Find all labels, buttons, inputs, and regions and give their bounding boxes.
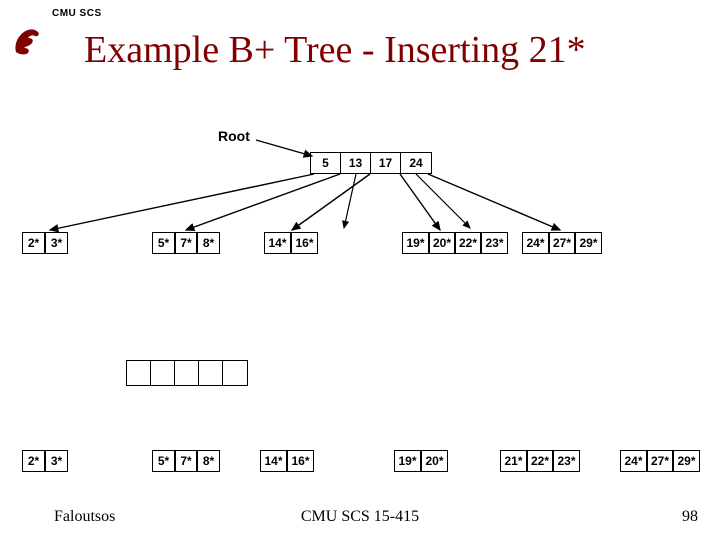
footer-author: Faloutsos (54, 508, 115, 526)
root-label: Root (218, 128, 250, 144)
leaf-entry: 7* (175, 233, 197, 253)
leaf-entry: 20* (421, 451, 447, 471)
tree1-leaf: 14* 16* (264, 232, 318, 254)
tree2-leaf: 24* 27* 29* (620, 450, 700, 472)
footer-slide-number: 98 (682, 508, 698, 526)
root-key: 5 (311, 153, 341, 173)
slide-title: Example B+ Tree - Inserting 21* (84, 28, 586, 72)
leaf-entry: 29* (673, 451, 699, 471)
leaf-entry: 5* (153, 233, 175, 253)
arrows-overlay (0, 0, 720, 540)
leaf-entry: 16* (287, 451, 313, 471)
leaf-entry: 27* (549, 233, 575, 253)
tree1-leaf: 19* 20* 22* 23* (402, 232, 508, 254)
leaf-entry: 2* (23, 451, 45, 471)
tree1-leaf: 24* 27* 29* (522, 232, 602, 254)
tree2-root-node (126, 360, 248, 386)
leaf-entry: 16* (291, 233, 317, 253)
leaf-entry: 23* (481, 233, 507, 253)
tree2-leaf: 14* 16* (260, 450, 314, 472)
institution-label: CMU SCS (52, 8, 102, 19)
leaf-entry: 8* (197, 451, 219, 471)
tree1-root-node: 5 13 17 24 (310, 152, 432, 174)
tree2-leaf: 19* 20* (394, 450, 448, 472)
griffin-logo (10, 22, 46, 63)
leaf-entry: 20* (429, 233, 455, 253)
empty-cell (199, 361, 223, 385)
leaf-entry: 22* (527, 451, 553, 471)
leaf-entry: 24* (523, 233, 549, 253)
empty-cell (175, 361, 199, 385)
leaf-entry: 5* (153, 451, 175, 471)
root-key: 24 (401, 153, 431, 173)
leaf-entry: 19* (403, 233, 429, 253)
leaf-entry: 21* (501, 451, 527, 471)
leaf-entry: 27* (647, 451, 673, 471)
leaf-entry: 8* (197, 233, 219, 253)
leaf-entry: 14* (261, 451, 287, 471)
leaf-entry: 14* (265, 233, 291, 253)
footer-course: CMU SCS 15-415 (301, 508, 419, 526)
empty-cell (151, 361, 175, 385)
leaf-entry: 3* (45, 451, 67, 471)
tree1-leaf: 5* 7* 8* (152, 232, 220, 254)
leaf-entry: 19* (395, 451, 421, 471)
tree2-leaf: 5* 7* 8* (152, 450, 220, 472)
tree1-leaf: 2* 3* (22, 232, 68, 254)
leaf-entry: 7* (175, 451, 197, 471)
empty-cell (127, 361, 151, 385)
tree2-leaf: 2* 3* (22, 450, 68, 472)
tree2-leaf: 21* 22* 23* (500, 450, 580, 472)
leaf-entry: 29* (575, 233, 601, 253)
leaf-entry: 3* (45, 233, 67, 253)
root-key: 17 (371, 153, 401, 173)
leaf-entry: 23* (553, 451, 579, 471)
leaf-entry: 2* (23, 233, 45, 253)
empty-cell (223, 361, 247, 385)
leaf-entry: 24* (621, 451, 647, 471)
leaf-entry: 22* (455, 233, 481, 253)
root-key: 13 (341, 153, 371, 173)
